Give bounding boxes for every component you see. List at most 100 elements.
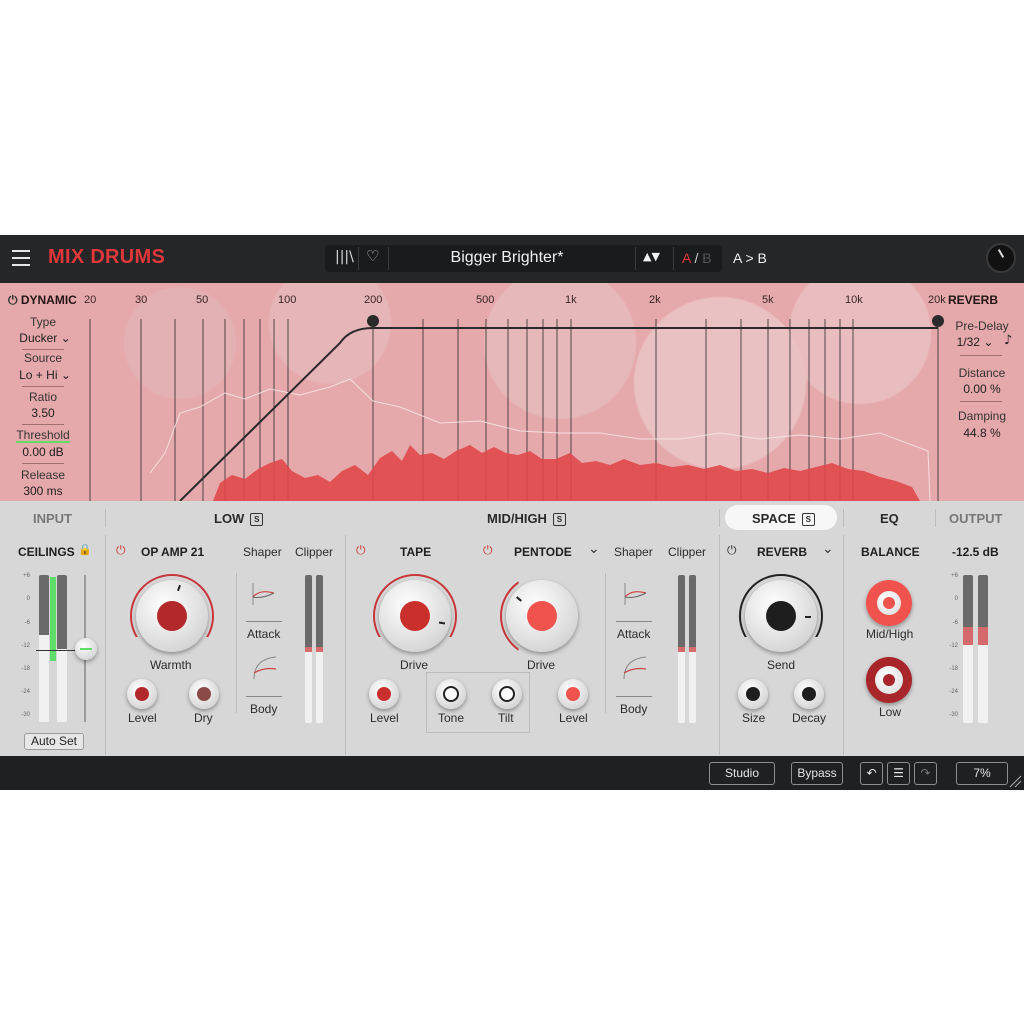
low-clipper-meter-left: [305, 575, 312, 723]
mh-clipper-meter-right: [689, 575, 696, 723]
release-value[interactable]: 300 ms: [0, 484, 88, 498]
distance-label: Distance: [958, 366, 1006, 380]
divider: [935, 509, 936, 527]
scale-label: 0: [954, 596, 958, 602]
mh-clipper-label: Clipper: [668, 545, 707, 559]
input-meter-left: [39, 575, 49, 722]
auto-set-button[interactable]: Auto Set: [24, 733, 84, 750]
preset-name[interactable]: Bigger Brighter*: [392, 249, 622, 267]
bypass-button[interactable]: Bypass: [791, 762, 843, 785]
list-icon[interactable]: ☰: [887, 762, 910, 785]
ab-switch[interactable]: A / B: [682, 250, 712, 266]
solo-low-button[interactable]: S: [250, 513, 264, 526]
divider: [673, 247, 674, 270]
low-balance-label: Low: [879, 705, 902, 719]
type-value[interactable]: Ducker ⌄: [0, 331, 90, 345]
distance-value[interactable]: 0.00 %: [937, 382, 1024, 396]
tab-space[interactable]: SPACE S: [752, 511, 815, 526]
studio-button[interactable]: Studio: [709, 762, 775, 785]
tone-knob[interactable]: [436, 679, 466, 709]
decay-knob[interactable]: [794, 679, 824, 709]
divider: [719, 535, 720, 755]
warmth-knob[interactable]: [136, 580, 208, 652]
size-knob[interactable]: [738, 679, 768, 709]
input-meter-right: [57, 575, 67, 722]
tab-eq[interactable]: EQ: [880, 511, 899, 526]
undo-icon[interactable]: ↶: [860, 762, 883, 785]
copy-a-to-b-button[interactable]: A > B: [733, 250, 767, 266]
output-volume-knob[interactable]: [986, 243, 1016, 273]
ratio-label: Ratio: [28, 390, 57, 404]
mh-attack-shape-icon[interactable]: [620, 579, 650, 609]
pentode-power-icon[interactable]: ⏻: [483, 543, 493, 558]
midhigh-balance-knob[interactable]: [866, 580, 912, 626]
body-shape-icon[interactable]: [250, 653, 280, 683]
tilt-label: Tilt: [498, 711, 514, 725]
solo-space-button[interactable]: S: [801, 513, 815, 526]
divider: [960, 401, 1002, 402]
low-clipper-meter-right: [316, 575, 323, 723]
note-icon[interactable]: ♪: [1004, 333, 1012, 348]
scale-label: +6: [951, 573, 958, 579]
spectrum-display[interactable]: ⏻ DYNAMIC REVERB 20 30 50 100 200 500 1k…: [0, 283, 1024, 501]
pentode-drive-knob[interactable]: [506, 580, 578, 652]
freq-label: 20: [84, 294, 97, 306]
redo-icon[interactable]: ↷: [914, 762, 937, 785]
scale-label: +6: [23, 573, 30, 579]
dry-knob[interactable]: [189, 679, 219, 709]
tape-power-icon[interactable]: ⏻: [356, 543, 366, 558]
chevron-down-icon[interactable]: ⌄: [822, 541, 834, 557]
power-icon[interactable]: ⏻: [8, 293, 18, 307]
resize-icon[interactable]: [1008, 774, 1022, 788]
tab-output[interactable]: OUTPUT: [949, 511, 1002, 526]
ratio-value[interactable]: 3.50: [0, 406, 88, 420]
eq-node-low[interactable]: [367, 315, 379, 327]
tab-midhigh[interactable]: MID/HIGH S: [487, 511, 566, 526]
divider: [960, 355, 1002, 356]
low-body-label: Body: [250, 702, 278, 716]
ab-a-button[interactable]: A: [682, 250, 691, 266]
tape-drive-knob[interactable]: [379, 580, 451, 652]
menu-icon[interactable]: [12, 250, 30, 266]
low-balance-knob[interactable]: [866, 657, 912, 703]
output-gain-value[interactable]: -12.5 dB: [952, 545, 999, 559]
mh-body-shape-icon[interactable]: [620, 653, 650, 683]
dynamic-header[interactable]: ⏻ DYNAMIC: [8, 293, 77, 308]
threshold-value[interactable]: 0.00 dB: [0, 445, 88, 459]
tape-level-knob[interactable]: [369, 679, 399, 709]
attack-slider[interactable]: [246, 621, 282, 622]
pentode-level-knob[interactable]: [558, 679, 588, 709]
tab-input[interactable]: INPUT: [33, 511, 72, 526]
divider: [635, 247, 636, 270]
reverb-power-icon[interactable]: ⏻: [727, 543, 737, 558]
freq-label: 50: [196, 294, 209, 306]
attack-shape-icon[interactable]: [248, 579, 278, 609]
pentode-title: PENTODE: [514, 545, 572, 559]
mh-clipper-meter-left: [678, 575, 685, 723]
tab-low[interactable]: LOW S: [214, 511, 264, 526]
freq-label: 20k: [928, 294, 946, 306]
zoom-value[interactable]: 7%: [956, 762, 1008, 785]
lock-icon[interactable]: 🔒: [78, 543, 92, 556]
mh-body-slider[interactable]: [616, 696, 652, 697]
library-icon[interactable]: |||\: [335, 249, 354, 265]
dry-label: Dry: [194, 711, 213, 725]
preset-prev-next-button[interactable]: ▲▼: [643, 250, 660, 263]
heart-icon[interactable]: ♡: [366, 247, 379, 265]
damping-value[interactable]: 44.8 %: [937, 426, 1024, 440]
mh-attack-slider[interactable]: [616, 621, 652, 622]
send-knob[interactable]: [745, 580, 817, 652]
ceiling-slider-handle[interactable]: [75, 638, 97, 660]
chevron-down-icon[interactable]: ⌄: [588, 541, 600, 557]
low-power-icon[interactable]: ⏻: [116, 543, 126, 558]
source-value[interactable]: Lo + Hi ⌄: [0, 368, 90, 382]
freq-label: 30: [135, 294, 148, 306]
body-slider[interactable]: [246, 696, 282, 697]
op-amp-title: OP AMP 21: [141, 545, 205, 559]
solo-midhigh-button[interactable]: S: [552, 513, 566, 526]
ab-b-button[interactable]: B: [702, 250, 711, 266]
low-level-knob[interactable]: [127, 679, 157, 709]
tilt-knob[interactable]: [492, 679, 522, 709]
ab-slash: /: [694, 250, 699, 266]
threshold-label: Threshold: [16, 428, 70, 442]
